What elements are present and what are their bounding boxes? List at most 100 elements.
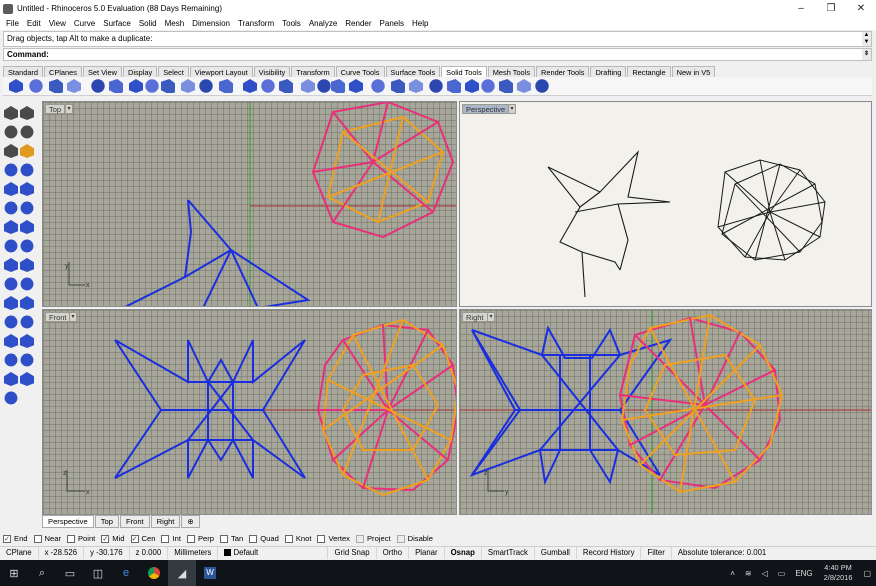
osnap-point[interactable]: Point [66, 534, 95, 543]
osnap-quad[interactable]: Quad [249, 534, 279, 543]
solid-tool-icon[interactable] [181, 79, 195, 93]
left-palette-tool-icon[interactable] [20, 334, 34, 348]
status-layer[interactable]: Default [218, 547, 329, 559]
toggle-planar[interactable]: Planar [409, 547, 445, 559]
viewport-perspective[interactable]: Perspective ▾ [459, 101, 872, 307]
left-palette-tool-icon[interactable] [4, 296, 18, 310]
menu-curve[interactable]: Curve [70, 19, 99, 28]
solid-tool-icon[interactable] [243, 79, 257, 93]
solid-tool-icon[interactable] [67, 79, 81, 93]
toggle-smarttrack[interactable]: SmartTrack [482, 547, 535, 559]
viewport-title-front[interactable]: Front [45, 312, 71, 322]
left-palette-tool-icon[interactable] [20, 239, 34, 253]
menu-panels[interactable]: Panels [376, 19, 408, 28]
vptab-right[interactable]: Right [150, 515, 181, 528]
left-palette-tool-icon[interactable] [4, 201, 18, 215]
tab-render-tools[interactable]: Render Tools [536, 66, 590, 77]
osnap-tan[interactable]: Tan [219, 534, 243, 543]
status-units[interactable]: Millimeters [168, 547, 219, 559]
tab-transform[interactable]: Transform [291, 66, 335, 77]
language-indicator[interactable]: ENG [795, 569, 812, 578]
menu-view[interactable]: View [45, 19, 70, 28]
toggle-filter[interactable]: Filter [641, 547, 672, 559]
left-palette-tool-icon[interactable] [4, 353, 18, 367]
osnap-checkbox[interactable] [161, 534, 170, 543]
edge-icon[interactable]: e [112, 560, 140, 586]
left-palette-tool-icon[interactable] [4, 106, 18, 120]
left-palette-tool-icon[interactable] [4, 239, 18, 253]
left-palette-tool-icon[interactable] [20, 182, 34, 196]
solid-tool-icon[interactable] [465, 79, 479, 93]
menu-tools[interactable]: Tools [278, 19, 305, 28]
viewport-title-perspective[interactable]: Perspective [462, 104, 510, 114]
solid-tool-icon[interactable] [49, 79, 63, 93]
osnap-mid[interactable]: ✓ Mid [101, 534, 125, 543]
osnap-checkbox[interactable] [284, 534, 293, 543]
osnap-int[interactable]: Int [161, 534, 181, 543]
viewport-right[interactable]: y z Right ▾ [459, 309, 872, 515]
left-palette-tool-icon[interactable] [4, 277, 18, 291]
tab-cplanes[interactable]: CPlanes [44, 66, 82, 77]
left-palette-tool-icon[interactable] [4, 163, 18, 177]
osnap-vertex[interactable]: Vertex [317, 534, 350, 543]
menu-dimension[interactable]: Dimension [188, 19, 234, 28]
network-icon[interactable]: ≋ [745, 569, 752, 578]
osnap-checkbox[interactable] [186, 534, 195, 543]
osnap-checkbox[interactable]: ✓ [130, 534, 139, 543]
osnap-checkbox[interactable]: ✓ [3, 534, 11, 543]
viewport-title-right[interactable]: Right [462, 312, 488, 322]
rhino-taskbar-icon[interactable]: ◢ [168, 560, 196, 586]
tab-select[interactable]: Select [158, 66, 189, 77]
tab-display[interactable]: Display [122, 66, 158, 77]
tray-chevron-icon[interactable]: ˄ [730, 569, 735, 578]
history-scrollbar[interactable]: ▲ ▼ [862, 32, 871, 46]
toggle-osnap[interactable]: Osnap [445, 547, 482, 559]
solid-tool-icon[interactable] [261, 79, 275, 93]
tab-surface-tools[interactable]: Surface Tools [385, 66, 441, 77]
osnap-project[interactable]: Project [355, 534, 391, 543]
menu-mesh[interactable]: Mesh [161, 19, 189, 28]
chrome-icon[interactable] [140, 560, 168, 586]
left-palette-tool-icon[interactable] [20, 144, 34, 158]
osnap-checkbox[interactable] [317, 534, 326, 543]
command-line[interactable]: Command: ⇕ [3, 48, 872, 61]
solid-tool-icon[interactable] [409, 79, 423, 93]
menu-transform[interactable]: Transform [234, 19, 278, 28]
toggle-gumball[interactable]: Gumball [535, 547, 577, 559]
tab-mesh-tools[interactable]: Mesh Tools [487, 66, 536, 77]
minimize-button[interactable]: – [786, 0, 816, 17]
tab-rectangle[interactable]: Rectangle [627, 66, 671, 77]
solid-tool-icon[interactable] [161, 79, 175, 93]
left-palette-tool-icon[interactable] [4, 372, 18, 386]
solid-tool-icon[interactable] [109, 79, 123, 93]
menu-solid[interactable]: Solid [135, 19, 161, 28]
left-palette-tool-icon[interactable] [20, 163, 34, 177]
solid-tool-icon[interactable] [145, 79, 159, 93]
tab-curve-tools[interactable]: Curve Tools [335, 66, 385, 77]
tab-set-view[interactable]: Set View [82, 66, 122, 77]
left-palette-tool-icon[interactable] [20, 125, 34, 139]
solid-tool-icon[interactable] [91, 79, 105, 93]
osnap-checkbox[interactable] [355, 534, 364, 543]
solid-tool-icon[interactable] [499, 79, 513, 93]
task-view-icon[interactable]: ▭ [56, 560, 84, 586]
left-palette-tool-icon[interactable] [4, 334, 18, 348]
left-palette-tool-icon[interactable] [20, 353, 34, 367]
osnap-checkbox[interactable] [396, 534, 405, 543]
viewport-title-top[interactable]: Top [45, 104, 66, 114]
left-palette-tool-icon[interactable] [4, 182, 18, 196]
tab-visibility[interactable]: Visibility [253, 66, 291, 77]
vptab-top[interactable]: Top [94, 515, 119, 528]
menu-analyze[interactable]: Analyze [305, 19, 341, 28]
store-icon[interactable]: ◫ [84, 560, 112, 586]
notifications-icon[interactable]: ▢ [863, 569, 871, 578]
solid-tool-icon[interactable] [279, 79, 293, 93]
solid-tool-icon[interactable] [481, 79, 495, 93]
left-palette-tool-icon[interactable] [20, 220, 34, 234]
viewport-top[interactable]: x y Top ▾ [42, 101, 457, 307]
osnap-checkbox[interactable] [33, 534, 42, 543]
osnap-disable[interactable]: Disable [396, 534, 433, 543]
left-palette-tool-icon[interactable] [4, 125, 18, 139]
tab-drafting[interactable]: Drafting [590, 66, 627, 77]
toggle-ortho[interactable]: Ortho [377, 547, 410, 559]
